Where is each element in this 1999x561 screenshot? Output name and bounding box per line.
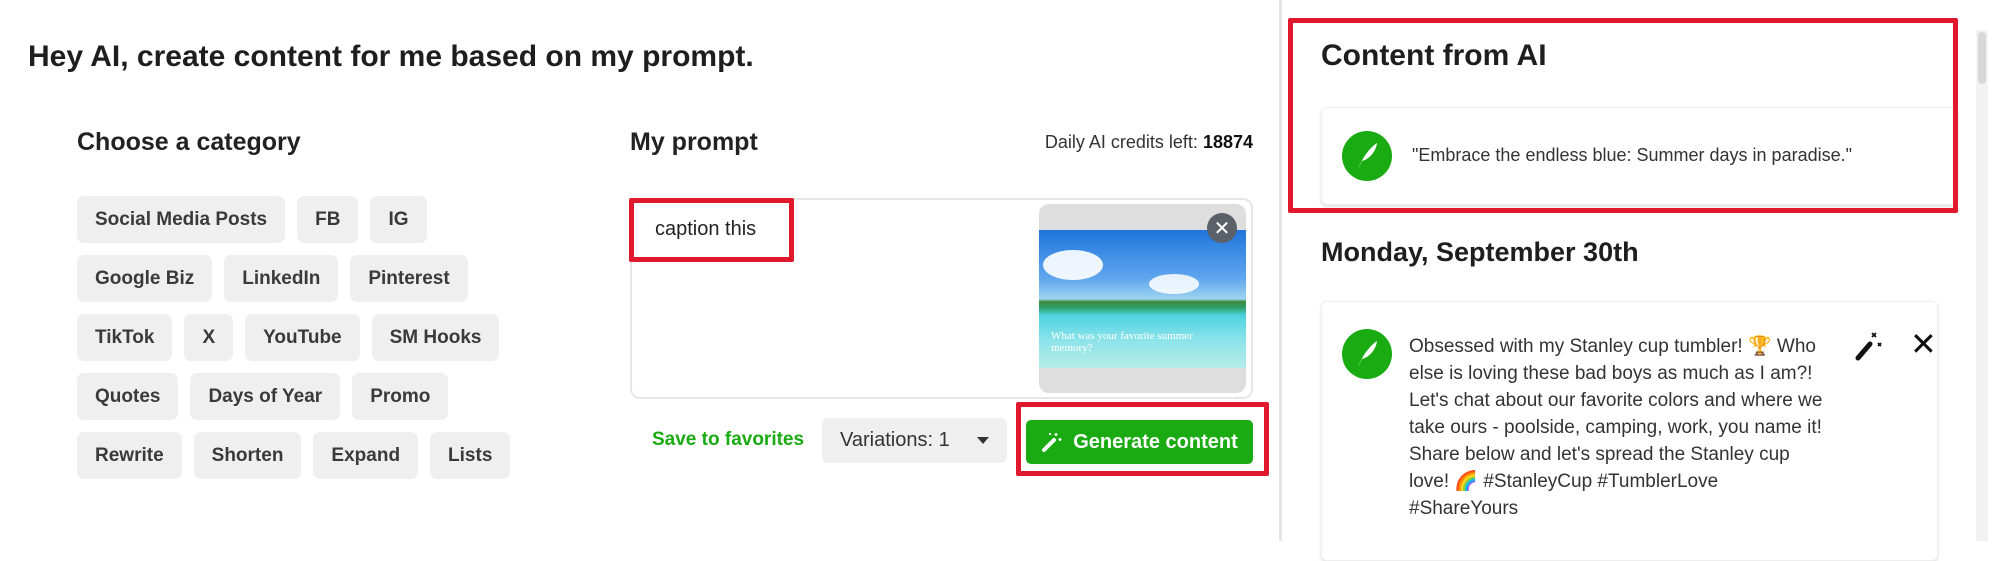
close-icon[interactable]: ✕ (1910, 328, 1937, 360)
highlight-box-results (1288, 18, 1958, 213)
category-chip-youtube[interactable]: YouTube (245, 314, 360, 361)
category-heading: Choose a category (77, 128, 301, 156)
chip-row: Social Media Posts FB IG (77, 196, 547, 243)
category-chip-google-biz[interactable]: Google Biz (77, 255, 213, 302)
category-chip-sm-hooks[interactable]: SM Hooks (371, 314, 500, 361)
close-icon: ✕ (1213, 217, 1231, 240)
cloud (1043, 250, 1103, 280)
category-chip-fb[interactable]: FB (297, 196, 359, 243)
chip-row: Google Biz LinkedIn Pinterest (77, 255, 547, 302)
chip-row: TikTok X YouTube SM Hooks (77, 314, 547, 361)
credits-value: 18874 (1202, 132, 1253, 152)
credits-text: Daily AI credits left: (1044, 132, 1198, 152)
beach-image: What was your favorite summer memory? (1039, 230, 1246, 368)
category-chip-linkedin[interactable]: LinkedIn (224, 255, 339, 302)
scrollbar[interactable] (1976, 30, 1988, 541)
chip-row: Rewrite Shorten Expand Lists (77, 432, 547, 479)
remove-image-button[interactable]: ✕ (1207, 213, 1237, 243)
category-chip-ig[interactable]: IG (370, 196, 427, 243)
variations-select[interactable]: Variations: 1 (822, 418, 1007, 463)
category-chip-lists[interactable]: Lists (430, 432, 511, 479)
magic-wand-icon[interactable] (1852, 330, 1884, 362)
category-chip-quotes[interactable]: Quotes (77, 373, 179, 420)
save-to-favorites-link[interactable]: Save to favorites (652, 429, 804, 451)
cloud (1149, 274, 1199, 294)
category-chips: Social Media Posts FB IG Google Biz LinkedIn… (77, 196, 547, 491)
category-chip-x[interactable]: X (184, 314, 234, 361)
highlight-box-prompt (629, 198, 794, 262)
scrollbar-thumb[interactable] (1978, 32, 1986, 84)
category-chip-shorten[interactable]: Shorten (193, 432, 302, 479)
category-chip-rewrite[interactable]: Rewrite (77, 432, 182, 479)
prompt-heading: My prompt (630, 128, 758, 156)
category-chip-tiktok[interactable]: TikTok (77, 314, 173, 361)
category-chip-social-media-posts[interactable]: Social Media Posts (77, 196, 286, 243)
feather-icon (1342, 329, 1392, 379)
category-chip-promo[interactable]: Promo (352, 373, 449, 420)
category-chip-pinterest[interactable]: Pinterest (350, 255, 468, 302)
chip-row: Quotes Days of Year Promo (77, 373, 547, 420)
page-title: Hey AI, create content for me based on m… (28, 40, 754, 73)
panel-divider (1279, 0, 1282, 541)
day-heading: Monday, September 30th (1321, 237, 1639, 267)
category-chip-expand[interactable]: Expand (313, 432, 419, 479)
credits-label: Daily AI credits left: 18874 (1045, 132, 1253, 153)
highlight-box-generate (1016, 402, 1269, 476)
attached-image: What was your favorite summer memory? ✕ (1039, 204, 1246, 393)
image-caption: What was your favorite summer memory? (1051, 330, 1193, 354)
variations-value: Variations: 1 (840, 429, 950, 451)
caret-down-icon (977, 437, 989, 444)
post-text: Obsessed with my Stanley cup tumbler! 🏆 … (1409, 336, 1823, 519)
category-chip-days-of-year[interactable]: Days of Year (190, 373, 341, 420)
